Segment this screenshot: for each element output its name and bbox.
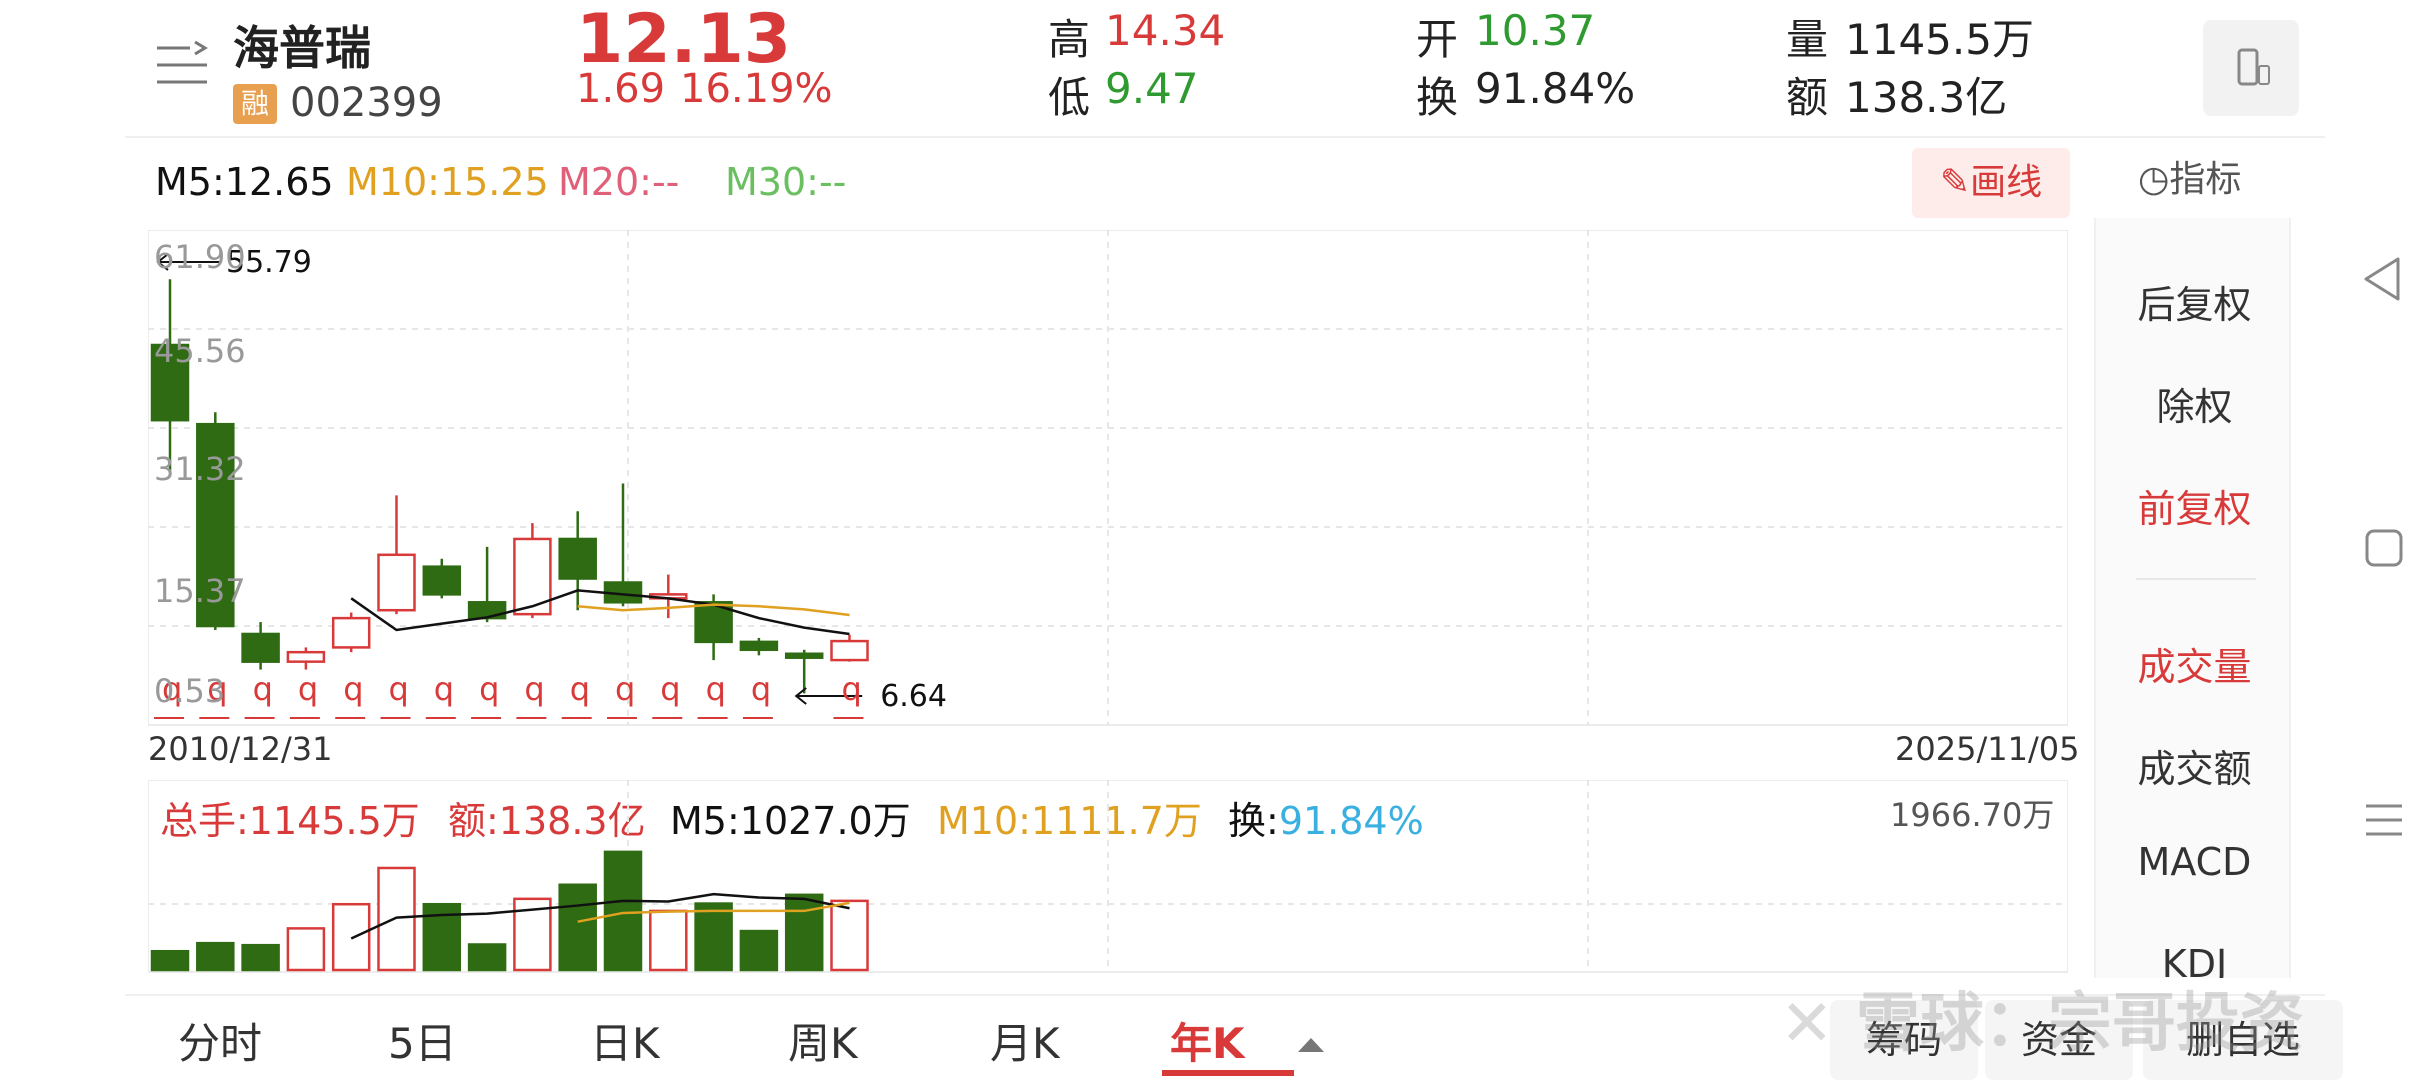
- volume-bar-down: [558, 883, 597, 972]
- y-tick-label: 31.32: [154, 450, 246, 488]
- x-start-label: 2010/12/31: [148, 730, 333, 768]
- snowball-logo-icon: ✕: [1780, 987, 1834, 1061]
- home-icon[interactable]: [2364, 528, 2404, 568]
- turnover-value: 91.84%: [1475, 64, 1636, 113]
- ma5-line: [350, 589, 850, 636]
- candle-up: [331, 616, 371, 649]
- volume-bar-down: [196, 941, 235, 972]
- volume-chart[interactable]: [148, 780, 2068, 976]
- event-marker: q: [253, 670, 273, 708]
- candle-down: [241, 632, 280, 663]
- recents-icon[interactable]: [2364, 800, 2404, 840]
- y-tick-label: 45.56: [154, 332, 246, 370]
- turnover-label: 换: [1416, 73, 1459, 122]
- event-marker: q: [343, 670, 363, 708]
- candle-down: [422, 565, 462, 596]
- volume-bar-up: [286, 927, 326, 972]
- volume-bar-down: [739, 929, 779, 972]
- open-label: 开: [1416, 15, 1459, 64]
- volume-bar-down: [603, 850, 643, 972]
- low-value: 9.47: [1105, 64, 1199, 113]
- sidebar-item-ex-rights[interactable]: 除权: [2096, 376, 2289, 431]
- y-tick-label: 61.90: [154, 238, 246, 276]
- stock-code: 002399: [290, 80, 443, 126]
- amount-label: 额: [1786, 73, 1829, 122]
- ma20-label: M20:--: [558, 160, 680, 204]
- active-tab-underline: [1162, 1070, 1294, 1076]
- gauge-icon: ◷: [2138, 159, 2170, 200]
- sidebar-divider: [2136, 578, 2256, 580]
- volume-bar-down: [784, 893, 824, 972]
- tab-yearly-k[interactable]: 年K: [1170, 1010, 1245, 1071]
- ma5-label: M5:12.65: [155, 160, 334, 204]
- indicator-label: 指标: [2169, 159, 2242, 200]
- price-change: 1.69: [576, 66, 666, 112]
- candle-up: [830, 639, 869, 662]
- amount-value: 138.3亿: [1845, 73, 2008, 122]
- watermark-text: 雪球：宗哥投资: [1855, 987, 2304, 1061]
- tab-monthly-k[interactable]: 月K: [990, 1010, 1060, 1071]
- candle-down: [784, 652, 824, 659]
- tab-weekly-k[interactable]: 周K: [788, 1010, 858, 1071]
- ma10-label: M10:15.25: [346, 160, 549, 204]
- event-marker: q: [298, 670, 318, 708]
- margin-badge: 融: [233, 84, 277, 124]
- phone-rotate-icon: [2237, 48, 2270, 86]
- open-value: 10.37: [1475, 6, 1596, 55]
- volume-bar-down: [694, 902, 733, 972]
- candle-up: [377, 553, 416, 612]
- volume-bar-up: [649, 909, 688, 972]
- landscape-toggle-button[interactable]: [2203, 20, 2299, 116]
- draw-line-label: 画线: [1970, 162, 2043, 203]
- sidebar-item-forward-adjust[interactable]: 前复权: [2096, 478, 2289, 533]
- watermark: ✕ 雪球：宗哥投资: [1780, 972, 2304, 1064]
- volume-bar-down: [241, 943, 280, 972]
- event-marker: q: [434, 670, 454, 708]
- header-divider: [125, 136, 2325, 138]
- volume-bar-down: [467, 943, 507, 972]
- candle-down: [467, 601, 507, 620]
- caret-up-icon[interactable]: [1296, 1034, 1326, 1054]
- volume-value: 1145.5万: [1845, 15, 2034, 64]
- price-change-pct: 16.19%: [680, 66, 833, 112]
- low-label: 低: [1048, 73, 1091, 122]
- volume-bar-down: [150, 949, 190, 972]
- event-marker: q: [706, 670, 726, 708]
- event-marker: q: [479, 670, 499, 708]
- high-value: 14.34: [1105, 6, 1226, 55]
- tab-daily-k[interactable]: 日K: [590, 1010, 660, 1071]
- stock-name: 海普瑞: [233, 21, 371, 75]
- pencil-icon: ✎: [1939, 162, 1971, 203]
- high-label: 高: [1048, 15, 1091, 64]
- draw-line-button[interactable]: ✎画线: [1912, 148, 2070, 218]
- min-annotation: 6.64: [880, 679, 947, 714]
- indicator-button[interactable]: ◷指标: [2138, 150, 2241, 202]
- adjust-sidebar: 后复权 除权 前复权 成交量 成交额 MACD KDJ: [2094, 218, 2291, 978]
- menu-icon[interactable]: [155, 40, 210, 90]
- y-tick-label: 0.53: [154, 672, 225, 710]
- event-marker: q: [615, 670, 635, 708]
- event-marker: q: [389, 670, 409, 708]
- event-marker: q: [570, 670, 590, 708]
- event-marker: q: [524, 670, 544, 708]
- volume-label: 量: [1786, 15, 1829, 64]
- y-tick-label: 15.37: [154, 572, 246, 610]
- event-marker: q: [751, 670, 771, 708]
- event-marker: q: [842, 670, 862, 708]
- tab-5day[interactable]: 5日: [388, 1010, 457, 1071]
- candle-up: [286, 650, 326, 663]
- sidebar-item-back-adjust[interactable]: 后复权: [2096, 274, 2289, 329]
- back-icon[interactable]: [2360, 255, 2404, 303]
- x-end-label: 2025/11/05: [1895, 730, 2080, 768]
- tab-intraday[interactable]: 分时: [178, 1010, 262, 1071]
- candle-down: [739, 640, 779, 652]
- candle-down: [558, 537, 597, 580]
- event-marker: q: [660, 670, 680, 708]
- sidebar-item-volume[interactable]: 成交量: [2096, 636, 2289, 691]
- sidebar-item-macd[interactable]: MACD: [2096, 840, 2289, 884]
- kline-chart[interactable]: 55.796.64q q q q q q q q q q q q q q q 61.9045.5631.32…: [148, 230, 2068, 730]
- sidebar-item-amount[interactable]: 成交额: [2096, 738, 2289, 793]
- ma30-label: M30:--: [725, 160, 847, 204]
- volume-bar-up: [830, 899, 869, 972]
